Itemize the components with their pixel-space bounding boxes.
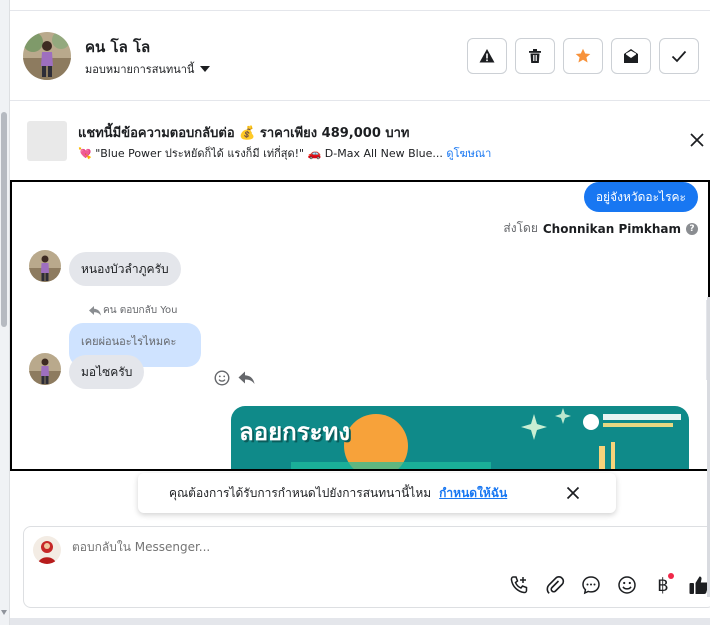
close-icon <box>690 133 704 147</box>
react-emoji-icon[interactable] <box>214 370 230 386</box>
incoming-message[interactable]: หนองบัวลำภูครับ <box>69 252 181 286</box>
toast-close-button[interactable] <box>565 485 581 501</box>
scrollbar-thumb[interactable] <box>1 112 7 327</box>
assign-to-me-link[interactable]: กำหนดให้ฉัน <box>439 484 507 503</box>
emoji-icon <box>618 576 636 594</box>
baht-payment-icon: ฿ <box>657 574 669 596</box>
shared-image[interactable]: ลอยกระทง <box>231 406 689 469</box>
emoji-button[interactable] <box>615 573 639 597</box>
conversation-header: คน โล โล มอบหมายการสนทนานี้ <box>10 11 710 101</box>
sent-by-label: ส่งโดย Chonnikan Pimkham ? <box>503 219 698 238</box>
contact-avatar[interactable] <box>23 32 71 80</box>
ad-thumbnail <box>27 121 67 161</box>
assign-label: มอบหมายการสนทนานี้ <box>85 63 195 76</box>
ad-subtitle: 💘 "Blue Power ประหยัดก็ได้ แรงก็มี เท่กี… <box>78 144 491 162</box>
message-thread[interactable]: อยู่จังหวัดอะไรคะ ส่งโดย Chonnikan Pimkh… <box>10 180 710 471</box>
left-scrollbar[interactable] <box>0 0 10 625</box>
composer-toolbar: ฿ <box>507 573 710 597</box>
attachment-icon <box>546 576 565 594</box>
call-add-icon <box>510 576 528 594</box>
assign-dropdown[interactable]: มอบหมายการสนทนานี้ <box>85 60 211 78</box>
envelope-open-icon <box>624 49 638 63</box>
chevron-down-icon <box>200 66 211 72</box>
assign-suggestion-text: คุณต้องการได้รับการกำหนดไปยังการสนทนานี้… <box>169 485 432 500</box>
ad-subtitle-text: 💘 "Blue Power ประหยัดก็ได้ แรงก็มี เท่กี… <box>78 147 443 160</box>
scroll-down-arrow[interactable] <box>1 610 7 615</box>
warning-icon <box>479 49 495 63</box>
page-avatar <box>33 536 61 564</box>
trash-icon <box>529 49 541 63</box>
check-icon <box>671 50 687 63</box>
mark-unread-button[interactable] <box>611 38 651 74</box>
contact-avatar-small[interactable] <box>29 353 61 385</box>
replied-label: คน ตอบกลับ You <box>89 303 178 318</box>
done-button[interactable] <box>659 38 699 74</box>
contact-name: คน โล โล <box>85 38 151 56</box>
bottom-bar <box>10 618 710 625</box>
notification-dot <box>668 573 674 579</box>
saved-replies-button[interactable] <box>579 573 603 597</box>
contact-avatar-small[interactable] <box>29 250 61 282</box>
ad-context-bar: แชทนี้มีข้อความตอบกลับต่อ 💰 ราคาเพียง 48… <box>10 101 710 180</box>
warning-button[interactable] <box>467 38 507 74</box>
outgoing-message[interactable]: อยู่จังหวัดอะไรคะ <box>583 182 698 212</box>
close-icon <box>566 486 580 500</box>
ad-close-button[interactable] <box>689 132 705 148</box>
incoming-message[interactable]: มอไซครับ <box>69 355 145 389</box>
header-actions <box>467 38 699 74</box>
view-ad-link[interactable]: ดูโฆษณา <box>446 147 491 160</box>
message-actions <box>214 370 255 386</box>
sent-by-prefix: ส่งโดย <box>503 221 538 235</box>
payment-button[interactable]: ฿ <box>651 573 675 597</box>
chat-bubble-icon <box>582 576 600 595</box>
banner-title: ลอยกระทง <box>239 418 351 446</box>
sent-by-name: Chonnikan Pimkham <box>542 221 681 236</box>
message-composer: ฿ <box>23 526 710 608</box>
delete-button[interactable] <box>515 38 555 74</box>
ad-title: แชทนี้มีข้อความตอบกลับต่อ 💰 ราคาเพียง 48… <box>78 126 410 141</box>
help-icon[interactable]: ? <box>686 222 698 235</box>
reply-input[interactable] <box>72 540 572 554</box>
star-button[interactable] <box>563 38 603 74</box>
star-icon <box>575 48 591 63</box>
reply-icon[interactable] <box>238 371 255 385</box>
call-button[interactable] <box>507 573 531 597</box>
attach-button[interactable] <box>543 573 567 597</box>
assign-suggestion-toast: คุณต้องการได้รับการกำหนดไปยังการสนทนานี้… <box>138 473 616 513</box>
reply-icon <box>89 305 101 315</box>
replied-label-text: คน ตอบกลับ You <box>103 305 178 316</box>
